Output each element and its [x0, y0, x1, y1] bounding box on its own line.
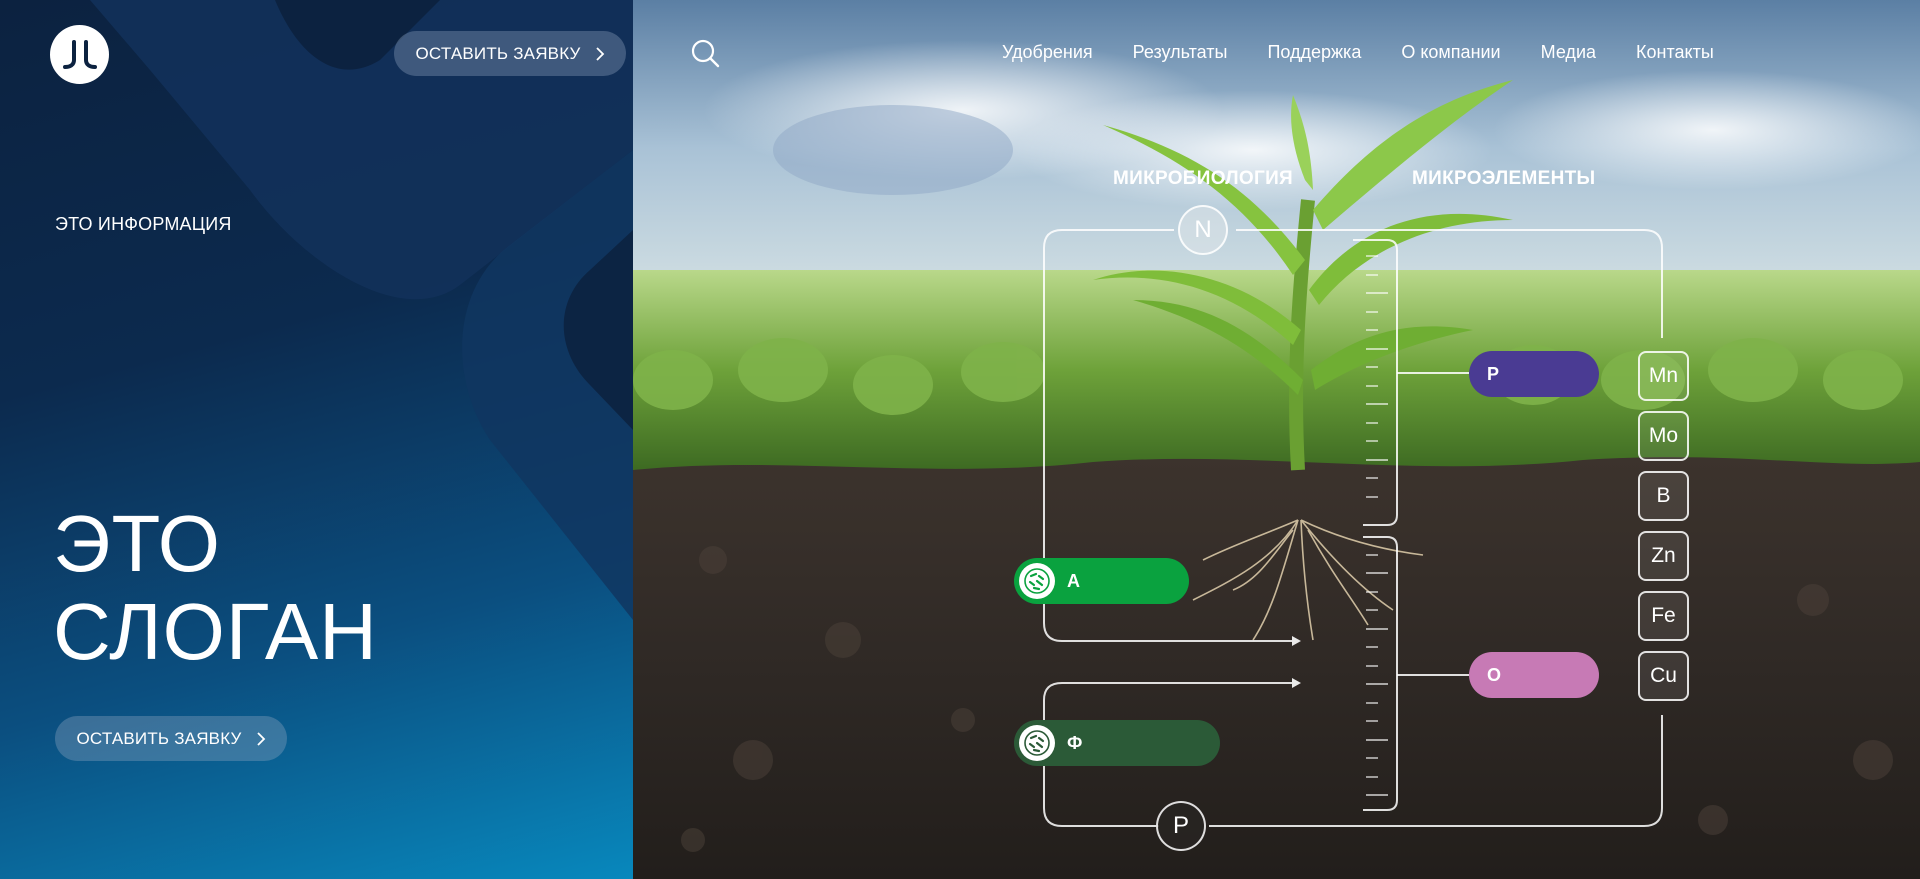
nav-item-contacts[interactable]: Контакты [1636, 42, 1714, 63]
hero-left-panel: ОСТАВИТЬ ЗАЯВКУ ЭТО ИНФОРМАЦИЯ ЭТО СЛОГА… [0, 0, 633, 879]
request-button-top[interactable]: ОСТАВИТЬ ЗАЯВКУ [394, 31, 626, 76]
element-b[interactable]: B [1638, 471, 1689, 521]
element-mo[interactable]: Mo [1638, 411, 1689, 461]
chevron-right-icon [595, 46, 604, 61]
hero-scene: Удобрения Результаты Поддержка О компани… [633, 0, 1920, 879]
element-zn[interactable]: Zn [1638, 531, 1689, 581]
pill-o[interactable]: O [1469, 652, 1599, 698]
hero-slogan: ЭТО СЛОГАН [53, 500, 378, 676]
nav-item-support[interactable]: Поддержка [1267, 42, 1361, 63]
logo[interactable] [50, 25, 109, 84]
pill-p[interactable]: P [1469, 351, 1599, 397]
request-button-bottom[interactable]: ОСТАВИТЬ ЗАЯВКУ [55, 716, 287, 761]
logo-icon [62, 39, 97, 69]
element-mn[interactable]: Mn [1638, 351, 1689, 401]
slogan-line-1: ЭТО [53, 499, 221, 588]
node-phosphorus[interactable]: P [1156, 801, 1206, 851]
pill-microbe-f-label: Ф [1067, 732, 1083, 753]
nav-item-about[interactable]: О компании [1401, 42, 1500, 63]
pill-microbe-a[interactable]: А [1014, 558, 1189, 604]
search-button[interactable] [690, 38, 722, 70]
pill-o-label: O [1487, 664, 1502, 685]
nav-item-results[interactable]: Результаты [1133, 42, 1228, 63]
request-button-top-label: ОСТАВИТЬ ЗАЯВКУ [415, 43, 581, 63]
request-button-bottom-label: ОСТАВИТЬ ЗАЯВКУ [76, 728, 242, 748]
label-microbiology: МИКРОБИОЛОГИЯ [1113, 168, 1293, 189]
label-microelements: МИКРОЭЛЕМЕНТЫ [1412, 168, 1596, 189]
nav-item-fertilizers[interactable]: Удобрения [1002, 42, 1093, 63]
pill-microbe-a-label: А [1067, 570, 1080, 591]
main-nav: Удобрения Результаты Поддержка О компани… [1002, 42, 1714, 63]
bacteria-icon [1019, 725, 1055, 761]
info-label: ЭТО ИНФОРМАЦИЯ [55, 214, 232, 234]
search-icon [691, 39, 720, 68]
element-cu[interactable]: Cu [1638, 651, 1689, 701]
chevron-right-icon [256, 731, 265, 746]
pill-microbe-f[interactable]: Ф [1014, 720, 1220, 766]
node-nitrogen[interactable]: N [1178, 205, 1228, 255]
element-fe[interactable]: Fe [1638, 591, 1689, 641]
field-scene-illustration [633, 0, 1920, 879]
pill-p-label: P [1487, 363, 1500, 384]
slogan-line-2: СЛОГАН [53, 587, 378, 676]
bacteria-icon [1019, 563, 1055, 599]
nav-item-media[interactable]: Медиа [1541, 42, 1596, 63]
